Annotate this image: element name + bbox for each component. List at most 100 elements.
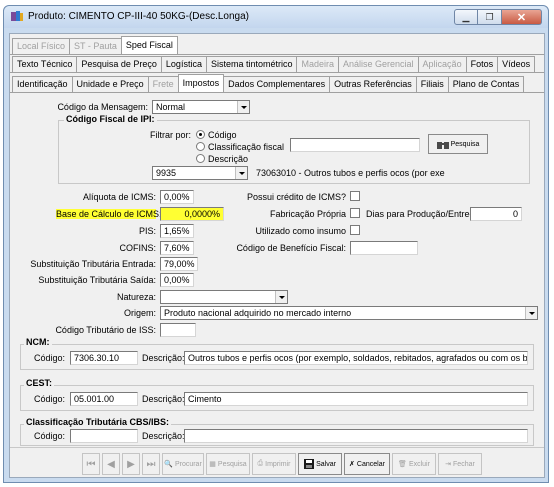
imprimir-button[interactable]: ⎙ Imprimir bbox=[252, 453, 296, 475]
cofins-field[interactable]: 7,60% bbox=[160, 241, 194, 255]
procurar-label: Procurar bbox=[174, 460, 202, 468]
credito-icms-checkbox[interactable] bbox=[350, 191, 360, 201]
pesquisa-label: Pesquisa bbox=[217, 460, 247, 468]
tab-analise-gerencial[interactable]: Análise Gerencial bbox=[338, 56, 419, 72]
tab-madeira[interactable]: Madeira bbox=[296, 56, 339, 72]
tab-fotos[interactable]: Fotos bbox=[465, 56, 499, 72]
form-client-area: Local Físico ST - Pauta Sped Fiscal Text… bbox=[9, 33, 545, 478]
iss-label: Código Tributário de ISS: bbox=[55, 325, 156, 335]
product-window: Produto: CIMENTO CP-III-40 50KG-(Desc.Lo… bbox=[3, 5, 549, 483]
beneficio-fiscal-field[interactable] bbox=[350, 241, 418, 255]
radio-descricao[interactable] bbox=[196, 154, 205, 163]
dias-producao-label: Dias para Produção/Entrega: bbox=[366, 209, 483, 219]
radio-codigo[interactable] bbox=[196, 130, 205, 139]
pesquisa-button[interactable]: ▦ Pesquisa bbox=[206, 453, 250, 475]
close-icon: ✕ bbox=[516, 11, 527, 24]
binoculars-icon bbox=[436, 141, 449, 149]
tab-pesquisa-preco[interactable]: Pesquisa de Preço bbox=[76, 56, 162, 72]
tab-identificacao[interactable]: Identificação bbox=[12, 76, 73, 92]
ipi-code-value: 9935 bbox=[156, 168, 177, 178]
base-calculo-icms-label: Base de Cálculo de ICMS: bbox=[56, 209, 162, 219]
tab-logistica[interactable]: Logística bbox=[160, 56, 207, 72]
minimize-button[interactable]: ▁ bbox=[454, 9, 478, 25]
ipi-code-select[interactable]: 9935 bbox=[152, 166, 248, 180]
tab-impostos[interactable]: Impostos bbox=[177, 74, 225, 92]
tab-outras-referencias[interactable]: Outras Referências bbox=[329, 76, 417, 92]
next-record-button[interactable]: ▶ bbox=[122, 453, 140, 475]
tab-unidade-preco[interactable]: Unidade e Preço bbox=[71, 76, 149, 92]
prev-record-button[interactable]: ◀ bbox=[102, 453, 120, 475]
cbs-codigo-field[interactable] bbox=[70, 429, 138, 443]
cest-descricao-field[interactable]: Cimento bbox=[184, 392, 528, 406]
cest-codigo-label: Código: bbox=[34, 394, 66, 404]
radio-classificacao[interactable] bbox=[196, 142, 205, 151]
tab-row-3-divider bbox=[10, 92, 544, 93]
imprimir-label: Imprimir bbox=[265, 460, 291, 468]
restore-icon: ❐ bbox=[485, 11, 494, 22]
last-record-button[interactable]: ⏭ bbox=[142, 453, 160, 475]
tab-filiais[interactable]: Filiais bbox=[415, 76, 449, 92]
cest-codigo-field[interactable]: 05.001.00 bbox=[70, 392, 138, 406]
fechar-label: Fechar bbox=[453, 460, 475, 468]
utilizado-insumo-checkbox[interactable] bbox=[350, 225, 360, 235]
title-bar[interactable]: Produto: CIMENTO CP-III-40 50KG-(Desc.Lo… bbox=[4, 6, 548, 28]
natureza-select[interactable] bbox=[160, 290, 288, 304]
cancelar-label: Cancelar bbox=[356, 460, 385, 468]
fabricacao-propria-label: Fabricação Própria bbox=[269, 209, 346, 219]
ncm-descricao-field[interactable]: Outros tubos e perfis ocos (por exemplo,… bbox=[184, 351, 528, 365]
salvar-label: Salvar bbox=[316, 460, 336, 468]
tab-sistema-tintometrico[interactable]: Sistema tintométrico bbox=[205, 56, 298, 72]
chevron-down-icon bbox=[275, 291, 287, 303]
pesquisa-ipi-button[interactable]: Pesquisa bbox=[428, 134, 488, 154]
tab-frete[interactable]: Frete bbox=[147, 76, 179, 92]
excluir-button[interactable]: 🗑 Excluir bbox=[392, 453, 436, 475]
chevron-down-icon bbox=[237, 101, 249, 113]
st-saida-label: Substituição Tributária Saída: bbox=[38, 275, 156, 285]
app-icon bbox=[11, 11, 23, 21]
aliquota-icms-field[interactable]: 0,00% bbox=[160, 190, 194, 204]
radio-descricao-label: Descrição bbox=[208, 154, 249, 164]
fechar-button[interactable]: ⇥ Fechar bbox=[438, 453, 482, 475]
procurar-button[interactable]: 🔍 Procurar bbox=[162, 453, 204, 475]
tab-plano-contas[interactable]: Plano de Contas bbox=[447, 76, 525, 92]
next-icon: ▶ bbox=[127, 458, 135, 470]
st-saida-field[interactable]: 0,00% bbox=[160, 273, 194, 287]
cancelar-button[interactable]: ✗ Cancelar bbox=[344, 453, 390, 475]
ipi-search-input[interactable] bbox=[290, 138, 420, 152]
base-calculo-icms-field[interactable]: 0,0000% bbox=[160, 207, 224, 221]
cbs-descricao-field[interactable] bbox=[184, 429, 528, 443]
salvar-button[interactable]: Salvar bbox=[298, 453, 342, 475]
ipi-description: 73063010 - Outros tubos e perfis ocos (p… bbox=[256, 168, 445, 178]
close-button[interactable]: ✕ bbox=[502, 9, 542, 25]
pis-label: PIS: bbox=[138, 226, 156, 236]
codigo-mensagem-label: Código da Mensagem: bbox=[57, 102, 148, 112]
tab-st-pauta[interactable]: ST - Pauta bbox=[69, 38, 122, 54]
cbs-codigo-label: Código: bbox=[34, 431, 66, 441]
dias-producao-field[interactable]: 0 bbox=[470, 207, 522, 221]
printer-icon: ⎙ bbox=[257, 460, 264, 467]
prev-icon: ◀ bbox=[107, 458, 115, 470]
tab-dados-complementares[interactable]: Dados Complementares bbox=[223, 76, 331, 92]
tab-row-2: Texto Técnico Pesquisa de Preço Logístic… bbox=[12, 56, 536, 72]
credito-icms-label: Possui crédito de ICMS? bbox=[246, 192, 346, 202]
pesquisa-ipi-label: Pesquisa bbox=[450, 140, 480, 148]
fabricacao-propria-checkbox[interactable] bbox=[350, 208, 360, 218]
codigo-mensagem-select[interactable]: Normal bbox=[152, 100, 250, 114]
floppy-disk-icon bbox=[304, 459, 315, 469]
st-entrada-field[interactable]: 79,00% bbox=[160, 257, 198, 271]
ncm-descricao-label: Descrição: bbox=[142, 353, 185, 363]
tab-texto-tecnico[interactable]: Texto Técnico bbox=[12, 56, 78, 72]
tab-sped-fiscal[interactable]: Sped Fiscal bbox=[120, 36, 178, 54]
tab-videos[interactable]: Vídeos bbox=[497, 56, 536, 72]
tab-aplicacao[interactable]: Aplicação bbox=[417, 56, 467, 72]
pis-field[interactable]: 1,65% bbox=[160, 224, 194, 238]
ncm-codigo-field[interactable]: 7306.30.10 bbox=[70, 351, 138, 365]
ncm-title: NCM: bbox=[24, 337, 52, 347]
origem-select[interactable]: Produto nacional adquirido no mercado in… bbox=[160, 306, 538, 320]
iss-field[interactable] bbox=[160, 323, 196, 337]
first-record-button[interactable]: ⏮ bbox=[82, 453, 100, 475]
origem-label: Origem: bbox=[123, 308, 156, 318]
binoculars-icon: ▦ bbox=[209, 461, 216, 468]
tab-local-fisico[interactable]: Local Físico bbox=[12, 38, 71, 54]
maximize-button[interactable]: ❐ bbox=[478, 9, 502, 25]
